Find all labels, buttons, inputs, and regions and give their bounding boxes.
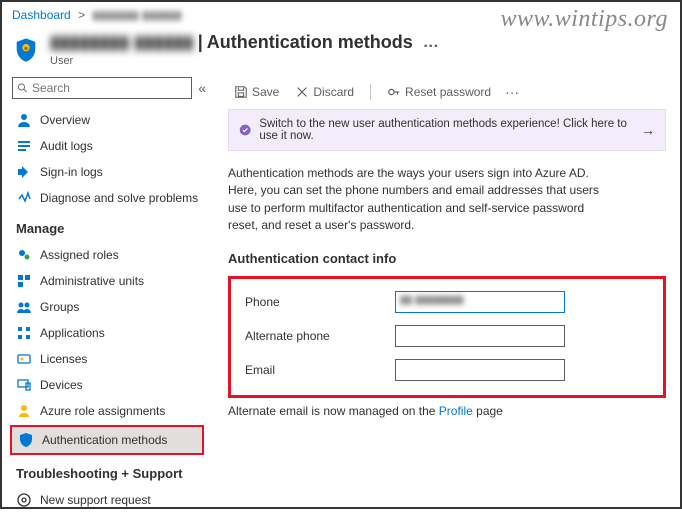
breadcrumb-root[interactable]: Dashboard	[12, 8, 71, 22]
sidebar-item-label: Diagnose and solve problems	[40, 191, 198, 205]
sidebar-item-label: Overview	[40, 113, 90, 127]
main-content: Save Discard Reset password ··· Switch t…	[210, 75, 680, 518]
sidebar-item-support[interactable]: New support request	[10, 487, 210, 513]
discard-icon	[295, 85, 309, 99]
user-name: ▮▮▮▮▮▮▮▮ ▮▮▮▮▮▮	[50, 32, 194, 53]
discard-label: Discard	[313, 85, 354, 99]
admin-units-icon	[16, 273, 32, 289]
signin-icon	[16, 164, 32, 180]
save-button[interactable]: Save	[228, 83, 285, 101]
roles-icon	[16, 247, 32, 263]
profile-link[interactable]: Profile	[439, 404, 473, 418]
sidebar-item-applications[interactable]: Applications	[10, 320, 210, 346]
azure-role-icon	[16, 403, 32, 419]
sidebar-item-devices[interactable]: Devices	[10, 372, 210, 398]
sidebar-section-troubleshoot: Troubleshooting + Support	[10, 456, 210, 487]
sidebar: « Overview Audit logs Sign-in logs Diagn…	[2, 75, 210, 518]
devices-icon	[16, 377, 32, 393]
page-header: ▮▮▮▮▮▮▮▮ ▮▮▮▮▮▮ | Authentication methods…	[2, 28, 680, 75]
person-icon	[16, 112, 32, 128]
shield-icon	[12, 36, 40, 64]
groups-icon	[16, 299, 32, 315]
discard-button[interactable]: Discard	[289, 83, 360, 101]
page-title: Authentication methods	[207, 32, 413, 53]
note-pre: Alternate email is now managed on the	[228, 404, 439, 418]
title-divider: |	[198, 32, 203, 53]
phone-label: Phone	[245, 295, 395, 309]
sidebar-item-azure-roles[interactable]: Azure role assignments	[10, 398, 210, 424]
sidebar-item-signin-logs[interactable]: Sign-in logs	[10, 159, 210, 185]
sidebar-item-label: Audit logs	[40, 139, 93, 153]
toolbar-more[interactable]: ···	[501, 84, 523, 100]
sidebar-item-label: Licenses	[40, 352, 87, 366]
diagnose-icon	[16, 190, 32, 206]
alt-phone-label: Alternate phone	[245, 329, 395, 343]
switch-banner[interactable]: Switch to the new user authentication me…	[228, 109, 666, 151]
sidebar-item-admin-units[interactable]: Administrative units	[10, 268, 210, 294]
search-box[interactable]	[12, 77, 192, 99]
arrow-right-icon: →	[641, 122, 655, 138]
section-heading: Authentication contact info	[228, 251, 666, 266]
check-circle-icon	[239, 123, 251, 137]
breadcrumb-item[interactable]: ▮▮▮▮▮▮▮ ▮▮▮▮▮▮	[92, 8, 181, 22]
toolbar-sep	[370, 84, 371, 100]
save-label: Save	[252, 85, 279, 99]
reset-password-button[interactable]: Reset password	[381, 83, 497, 101]
alt-phone-input[interactable]	[395, 325, 565, 347]
apps-icon	[16, 325, 32, 341]
description-text: Authentication methods are the ways your…	[228, 165, 608, 235]
collapse-button[interactable]: «	[198, 80, 206, 96]
breadcrumb-sep: >	[78, 8, 85, 22]
sidebar-item-overview[interactable]: Overview	[10, 107, 210, 133]
licenses-icon	[16, 351, 32, 367]
note-post: page	[473, 404, 503, 418]
sidebar-item-label: Authentication methods	[42, 433, 167, 447]
sidebar-item-audit-logs[interactable]: Audit logs	[10, 133, 210, 159]
email-label: Email	[245, 363, 395, 377]
toolbar: Save Discard Reset password ···	[228, 79, 666, 109]
header-more[interactable]: …	[417, 34, 445, 52]
sidebar-item-diagnose[interactable]: Diagnose and solve problems	[10, 185, 210, 211]
phone-input[interactable]: ▮▮ ▮▮▮▮▮▮▮▮	[395, 291, 565, 313]
sidebar-item-label: Groups	[40, 300, 79, 314]
sidebar-item-label: Sign-in logs	[40, 165, 103, 179]
sidebar-item-label: Administrative units	[40, 274, 144, 288]
log-icon	[16, 138, 32, 154]
search-icon	[17, 82, 28, 94]
contact-info-form: Phone ▮▮ ▮▮▮▮▮▮▮▮ Alternate phone Email	[228, 276, 666, 398]
breadcrumb: Dashboard > ▮▮▮▮▮▮▮ ▮▮▮▮▮▮	[2, 2, 680, 28]
sidebar-item-label: Applications	[40, 326, 105, 340]
save-icon	[234, 85, 248, 99]
sidebar-item-label: Azure role assignments	[40, 404, 165, 418]
email-input[interactable]	[395, 359, 565, 381]
sidebar-item-label: Assigned roles	[40, 248, 119, 262]
support-icon	[16, 492, 32, 508]
sidebar-item-label: Devices	[40, 378, 83, 392]
shield-small-icon	[18, 432, 34, 448]
banner-text: Switch to the new user authentication me…	[259, 118, 633, 142]
key-icon	[387, 85, 401, 99]
sidebar-item-groups[interactable]: Groups	[10, 294, 210, 320]
sidebar-item-assigned-roles[interactable]: Assigned roles	[10, 242, 210, 268]
sidebar-item-licenses[interactable]: Licenses	[10, 346, 210, 372]
alternate-email-note: Alternate email is now managed on the Pr…	[228, 404, 666, 418]
sidebar-item-auth-methods[interactable]: Authentication methods	[12, 427, 202, 453]
sidebar-section-manage: Manage	[10, 211, 210, 242]
search-input[interactable]	[32, 81, 187, 95]
sidebar-item-label: New support request	[40, 493, 151, 507]
page-subtitle: User	[50, 55, 670, 67]
reset-label: Reset password	[405, 85, 491, 99]
